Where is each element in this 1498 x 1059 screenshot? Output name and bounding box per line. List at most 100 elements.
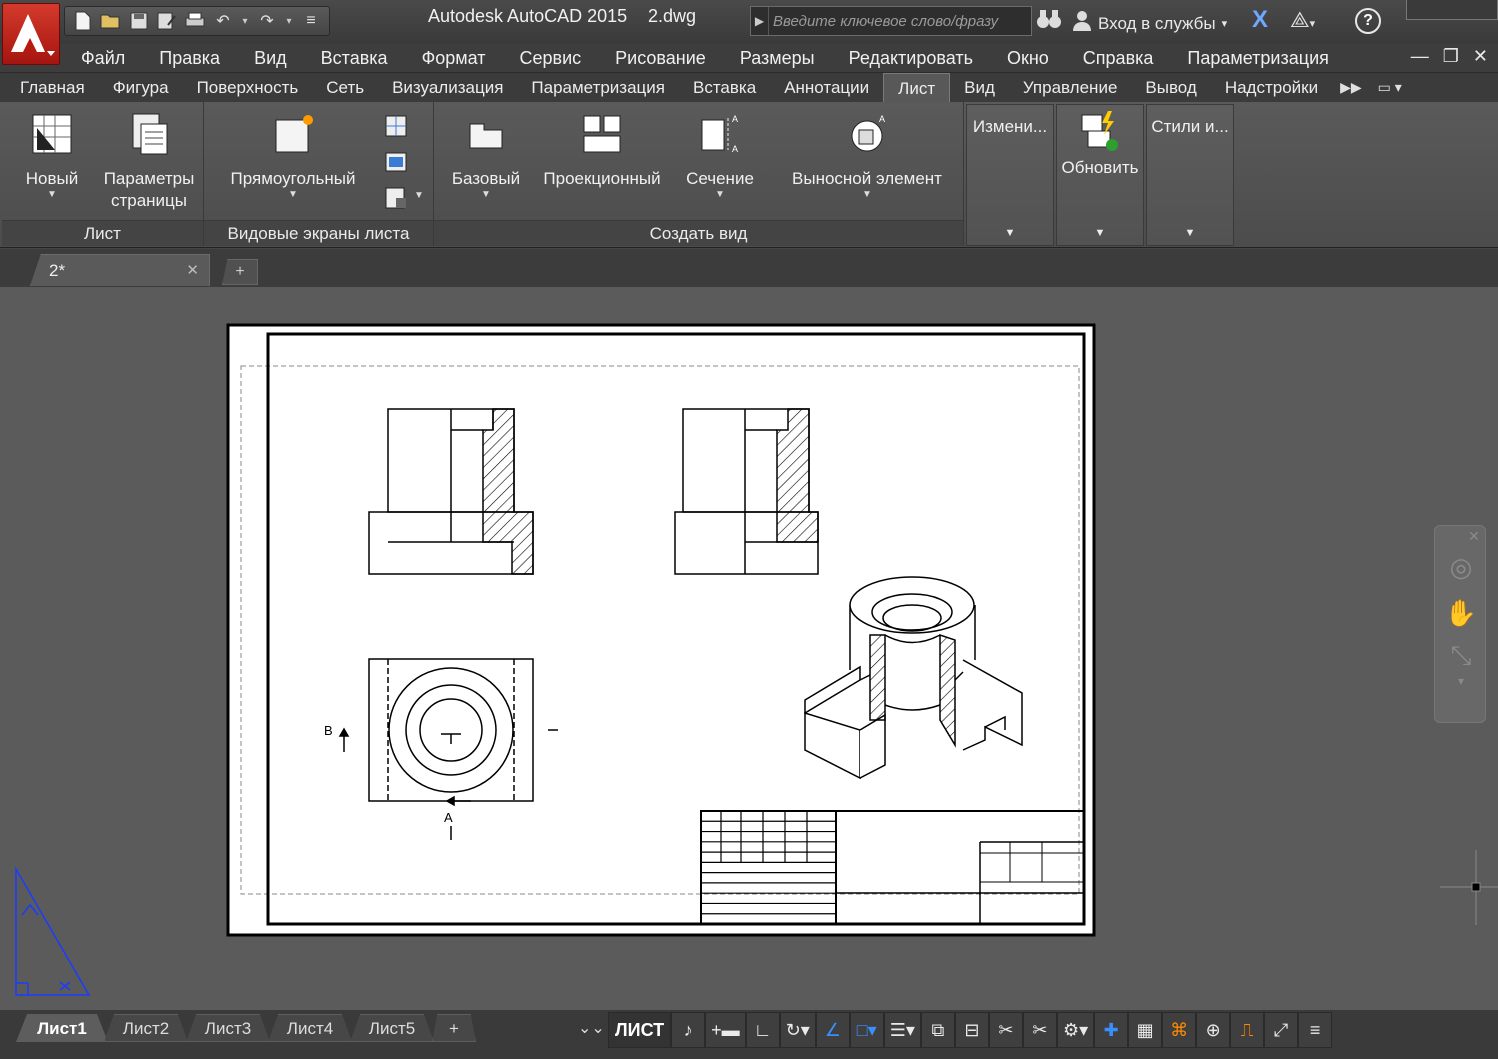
- tab-annotate[interactable]: Аннотации: [770, 73, 883, 103]
- object-snap-icon[interactable]: □▾: [849, 1012, 884, 1048]
- model-paper-toggle[interactable]: ЛИСТ: [608, 1012, 672, 1048]
- menu-tools[interactable]: Сервис: [503, 48, 599, 69]
- close-icon[interactable]: ✕: [186, 261, 199, 279]
- quick-properties-icon[interactable]: ▦: [1128, 1012, 1163, 1048]
- menu-edit[interactable]: Правка: [142, 48, 237, 69]
- menu-file[interactable]: Файл: [64, 48, 142, 69]
- tab-view[interactable]: Вид: [950, 73, 1009, 103]
- rectangular-viewport-button[interactable]: Прямоугольный ▼: [220, 112, 366, 200]
- panel-modify-view[interactable]: Измени... ▼: [966, 104, 1054, 246]
- undo-icon[interactable]: ↶: [211, 9, 235, 33]
- polar-tracking-icon[interactable]: ↻▾: [779, 1012, 816, 1048]
- autodesk-360-icon[interactable]: ⟁▾: [1290, 7, 1315, 33]
- infer-constraints-icon[interactable]: +▬: [705, 1012, 746, 1048]
- lock-viewport-icon[interactable]: [384, 186, 408, 210]
- menu-window[interactable]: Окно: [990, 48, 1066, 69]
- drawing-canvas[interactable]: B A ✕ ◎ ✋ ⤡ ▾: [0, 287, 1498, 1010]
- more-tabs-icon[interactable]: ▶▶: [1332, 79, 1370, 96]
- close-icon[interactable]: ✕: [1473, 46, 1488, 67]
- tab-addins[interactable]: Надстройки: [1211, 73, 1332, 103]
- menu-view[interactable]: Вид: [237, 48, 304, 69]
- projected-view-button[interactable]: Проекционный: [536, 112, 668, 190]
- layout-tab-2[interactable]: Лист2: [104, 1014, 188, 1042]
- plus-icon[interactable]: ✚: [1094, 1012, 1129, 1048]
- save-as-icon[interactable]: [155, 9, 179, 33]
- gear-icon[interactable]: ⚙▾: [1056, 1012, 1095, 1048]
- open-folder-icon[interactable]: [99, 9, 123, 33]
- isodraft-icon[interactable]: ∠: [815, 1012, 850, 1048]
- tab-visualize[interactable]: Визуализация: [378, 73, 517, 103]
- autoscale-icon[interactable]: ✂: [1022, 1012, 1057, 1048]
- chevron-down-icon[interactable]: ▼: [414, 190, 424, 201]
- tab-layout[interactable]: Лист: [883, 72, 951, 103]
- panel-update[interactable]: Обновить ▼: [1056, 104, 1144, 246]
- zoom-extents-icon[interactable]: ⤡: [1443, 640, 1479, 676]
- exchange-apps-icon[interactable]: X: [1252, 6, 1268, 34]
- tab-mesh[interactable]: Сеть: [312, 73, 378, 103]
- tab-output[interactable]: Вывод: [1131, 73, 1210, 103]
- section-view-button[interactable]: AA Сечение ▼: [676, 112, 764, 200]
- redo-icon[interactable]: ↷: [255, 9, 279, 33]
- search-expand-icon[interactable]: ▶: [751, 7, 769, 35]
- chevron-down-icon[interactable]: ▾: [1443, 674, 1479, 710]
- panel-styles[interactable]: Стили и... ▼: [1146, 104, 1234, 246]
- lock-ui-icon[interactable]: ⌘: [1162, 1012, 1197, 1048]
- status-more-icon[interactable]: ⌄⌄: [578, 1018, 605, 1038]
- plus-icon: +: [235, 263, 245, 280]
- tab-home[interactable]: Главная: [6, 73, 99, 103]
- redo-dropdown-icon[interactable]: ▾: [283, 16, 295, 27]
- customization-menu-icon[interactable]: ≡: [1298, 1012, 1333, 1048]
- tab-parametric[interactable]: Параметризация: [517, 73, 679, 103]
- lineweight-icon[interactable]: ☰▾: [883, 1012, 921, 1048]
- annotation-scale-icon[interactable]: ✂: [988, 1012, 1023, 1048]
- binoculars-icon[interactable]: [1036, 8, 1062, 36]
- restore-icon[interactable]: ❐: [1443, 46, 1459, 67]
- tab-manage[interactable]: Управление: [1009, 73, 1132, 103]
- isolate-objects-icon[interactable]: ⊕: [1196, 1012, 1231, 1048]
- ortho-icon[interactable]: ∟: [745, 1012, 780, 1048]
- clip-viewport-icon[interactable]: [384, 150, 408, 174]
- help-icon[interactable]: ?: [1355, 8, 1381, 34]
- selection-cycling-icon[interactable]: ⧉: [920, 1012, 955, 1048]
- undo-dropdown-icon[interactable]: ▾: [239, 16, 251, 27]
- menu-insert[interactable]: Вставка: [304, 48, 405, 69]
- menu-parametric[interactable]: Параметризация: [1170, 48, 1345, 69]
- new-layout-button[interactable]: Новый ▼: [16, 112, 88, 200]
- menu-draw[interactable]: Рисование: [598, 48, 723, 69]
- search-input[interactable]: [769, 7, 1031, 35]
- print-icon[interactable]: [183, 9, 207, 33]
- save-icon[interactable]: [127, 9, 151, 33]
- ribbon-options-icon[interactable]: ▭ ▾: [1370, 79, 1410, 96]
- menu-dimension[interactable]: Размеры: [723, 48, 832, 69]
- window-controls[interactable]: [1406, 0, 1498, 20]
- customize-toolbar-icon[interactable]: ≡: [299, 9, 323, 33]
- minimize-icon[interactable]: —: [1411, 46, 1429, 67]
- layout-tab-1[interactable]: Лист1: [16, 1014, 108, 1042]
- steering-wheel-icon[interactable]: ◎: [1443, 552, 1479, 588]
- base-view-button[interactable]: Базовый ▼: [444, 112, 528, 200]
- new-file-icon[interactable]: [71, 9, 95, 33]
- page-setup-button[interactable]: Параметры страницы: [96, 112, 202, 212]
- tab-surface[interactable]: Поверхность: [183, 73, 313, 103]
- clean-screen-icon[interactable]: ⤢: [1264, 1012, 1299, 1048]
- named-viewports-icon[interactable]: [384, 114, 408, 138]
- detail-view-button[interactable]: A Выносной элемент ▼: [784, 112, 950, 200]
- layout-tab-4[interactable]: Лист4: [268, 1014, 352, 1042]
- new-document-tab-button[interactable]: +: [222, 259, 258, 285]
- layout-tab-3[interactable]: Лист3: [186, 1014, 270, 1042]
- pan-hand-icon[interactable]: ✋: [1443, 598, 1479, 634]
- layout-tab-5[interactable]: Лист5: [350, 1014, 434, 1042]
- annotation-visibility-icon[interactable]: ⊟: [954, 1012, 989, 1048]
- tab-solid[interactable]: Фигура: [99, 73, 183, 103]
- tab-insert[interactable]: Вставка: [679, 73, 770, 103]
- hardware-acceleration-icon[interactable]: ⎍: [1230, 1012, 1265, 1048]
- menu-format[interactable]: Формат: [405, 48, 503, 69]
- document-tab[interactable]: 2* ✕: [30, 254, 210, 286]
- add-layout-button[interactable]: +: [432, 1014, 476, 1042]
- menu-modify[interactable]: Редактировать: [832, 48, 990, 69]
- application-menu-button[interactable]: [2, 3, 60, 65]
- panel-styles-label: Стили и...: [1151, 117, 1229, 136]
- snap-icon[interactable]: ♪: [671, 1012, 706, 1048]
- menu-help[interactable]: Справка: [1066, 48, 1171, 69]
- signin-button[interactable]: Вход в службы ▾: [1072, 10, 1227, 37]
